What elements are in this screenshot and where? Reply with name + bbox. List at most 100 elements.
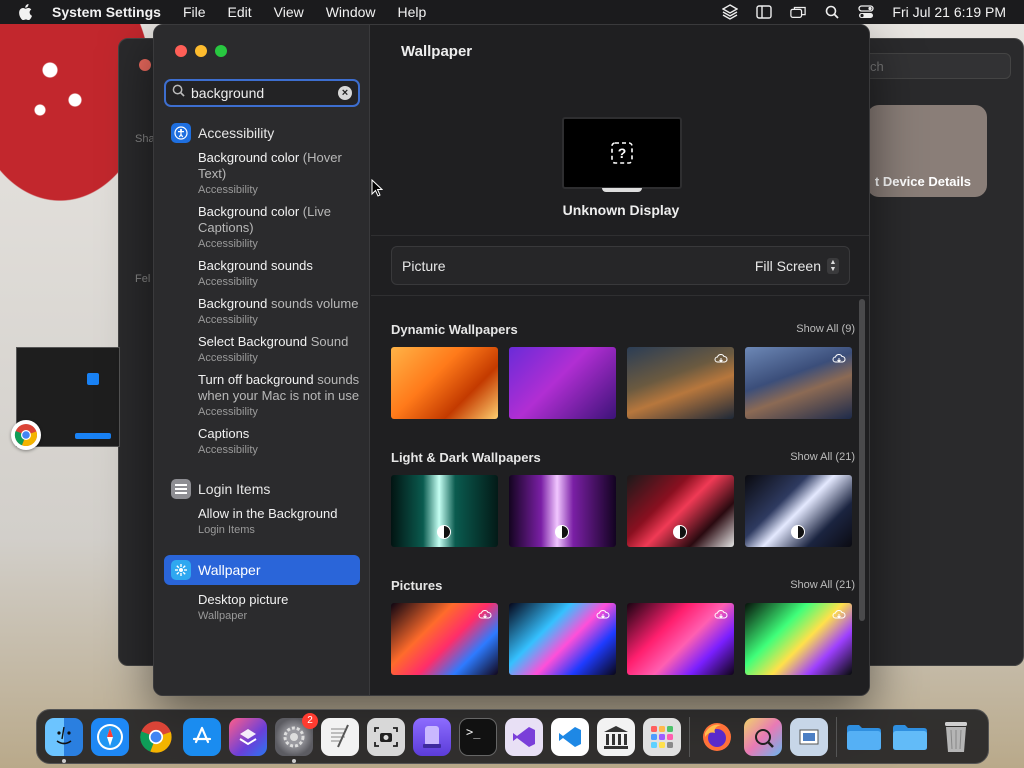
display-preview: ? [562, 117, 682, 189]
show-all-button[interactable]: Show All (21) [790, 579, 855, 591]
dock-firefox-icon[interactable] [698, 718, 736, 756]
wallpaper-thumbnail[interactable] [745, 347, 852, 419]
background-window-search[interactable]: ch [861, 53, 1011, 79]
accessibility-icon [171, 123, 191, 143]
wallpaper-thumbnail[interactable] [391, 475, 498, 547]
windows-status-icon[interactable] [790, 4, 807, 20]
wallpaper-thumbnail[interactable] [391, 603, 498, 675]
control-center-icon[interactable] [858, 4, 875, 20]
dock-launchpad-icon[interactable] [643, 717, 681, 756]
dock-textedit-icon[interactable] [321, 717, 359, 756]
menu-edit[interactable]: Edit [228, 4, 252, 20]
light-dark-mode-icon [791, 525, 805, 539]
result-category-wallpaper[interactable]: Wallpaper [164, 555, 360, 585]
dock-trash-icon[interactable] [937, 718, 975, 756]
dock-visual-studio-icon[interactable] [505, 717, 543, 756]
section-header: Dynamic Wallpapers Show All (9) [391, 319, 861, 339]
mini-button [75, 433, 111, 439]
mouse-cursor-icon [371, 178, 384, 202]
wallpaper-thumbnail[interactable] [627, 603, 734, 675]
menu-view[interactable]: View [274, 4, 304, 20]
wallpaper-thumbnail[interactable] [391, 347, 498, 419]
menu-app-name[interactable]: System Settings [52, 4, 161, 20]
wallpaper-pane: Wallpaper ? Unknown Display Picture Fill… [371, 25, 869, 695]
result-subtitle: Accessibility [198, 314, 258, 326]
picture-fill-popup[interactable]: Fill Screen ▲ ▼ [755, 257, 839, 274]
spotlight-search-icon[interactable] [824, 4, 840, 20]
light-dark-mode-icon [437, 525, 451, 539]
search-result-item[interactable]: Background sounds Accessibility [154, 255, 370, 293]
thumbnail-row [391, 475, 861, 547]
dock-vscode-icon[interactable] [551, 717, 589, 756]
login-items-icon [171, 479, 191, 499]
menu-clock[interactable]: Fri Jul 21 6:19 PM [892, 4, 1006, 20]
minimize-button[interactable] [195, 45, 207, 57]
wallpaper-thumbnail[interactable] [509, 347, 616, 419]
search-result-item[interactable]: Turn off background sounds when your Mac… [154, 369, 370, 423]
wallpaper-thumbnail[interactable] [509, 603, 616, 675]
dock-screenshot-icon[interactable] [367, 717, 405, 756]
result-title: Background sounds [198, 258, 313, 273]
wallpaper-thumbnail[interactable] [627, 475, 734, 547]
menu-window[interactable]: Window [326, 4, 376, 20]
dock-folder-icon[interactable] [891, 718, 929, 756]
menu-help[interactable]: Help [398, 4, 427, 20]
show-all-button[interactable]: Show All (21) [790, 451, 855, 463]
result-category-accessibility[interactable]: Accessibility [154, 119, 370, 147]
wallpaper-thumbnail[interactable] [509, 475, 616, 547]
dock-safari-icon[interactable] [91, 717, 129, 756]
wallpaper-thumbnail[interactable] [745, 603, 852, 675]
search-input[interactable] [191, 85, 338, 101]
search-result-item[interactable]: Background sounds volume Accessibility [154, 293, 370, 331]
sidebar: × Accessibility Background color (Hover … [154, 25, 370, 695]
clear-search-icon[interactable]: × [338, 86, 352, 100]
vertical-scrollbar[interactable] [859, 299, 865, 621]
result-category-login-items[interactable]: Login Items [154, 475, 370, 503]
svg-text:?: ? [618, 145, 627, 161]
layers-status-icon[interactable] [722, 4, 739, 20]
thumbnail-row [391, 603, 861, 675]
zoom-button[interactable] [215, 45, 227, 57]
wallpaper-thumbnail[interactable] [627, 347, 734, 419]
light-dark-mode-icon [673, 525, 687, 539]
dock-shortcuts-icon[interactable] [229, 717, 267, 756]
dock-grapher-icon[interactable] [744, 717, 782, 756]
dock-folder-icon[interactable] [845, 718, 883, 756]
search-result-item[interactable]: Desktop picture Wallpaper [154, 589, 370, 627]
picture-label: Picture [402, 257, 446, 274]
search-result-item[interactable]: Background color (Hover Text) Accessibil… [154, 147, 370, 201]
cloud-download-icon [714, 607, 728, 625]
device-details-label: t Device Details [874, 174, 971, 189]
search-result-item[interactable]: Captions Accessibility [154, 423, 370, 461]
result-title: Turn off background sounds when your Mac… [198, 372, 360, 403]
result-subtitle: Accessibility [198, 406, 258, 418]
dock-terminal-icon[interactable]: >_ [459, 717, 497, 756]
dock-preview-icon[interactable] [790, 717, 828, 756]
dock-finder-icon[interactable] [45, 717, 83, 763]
close-button[interactable] [175, 45, 187, 57]
light-dark-mode-icon [555, 525, 569, 539]
apple-menu-icon[interactable] [18, 4, 38, 20]
result-subtitle: Accessibility [198, 184, 258, 196]
search-result-item[interactable]: Background color (Live Captions) Accessi… [154, 201, 370, 255]
search-result-item[interactable]: Allow in the Background Login Items [154, 503, 370, 541]
menu-file[interactable]: File [183, 4, 206, 20]
dock: 2 >_ [36, 709, 989, 764]
background-window-close-button[interactable] [139, 59, 151, 71]
dock-chrome-icon[interactable] [137, 718, 175, 756]
show-all-button[interactable]: Show All (9) [796, 323, 855, 335]
dock-app-store-icon[interactable] [183, 717, 221, 756]
search-field[interactable]: × [164, 79, 360, 107]
result-title: Allow in the Background [198, 506, 338, 521]
search-results: Accessibility Background color (Hover Te… [154, 117, 370, 627]
dock-simulator-icon[interactable] [413, 717, 451, 756]
result-subtitle: Accessibility [198, 238, 258, 250]
dock-library-icon[interactable] [597, 717, 635, 756]
device-details-card[interactable]: t Device Details [867, 105, 987, 197]
wallpaper-thumbnail[interactable] [745, 475, 852, 547]
sidebar-status-icon[interactable] [756, 4, 773, 20]
chrome-icon[interactable] [11, 420, 41, 450]
dock-system-settings-icon[interactable]: 2 [275, 712, 318, 763]
search-result-item[interactable]: Select Background Sound Accessibility [154, 331, 370, 369]
wallpaper-icon [171, 560, 191, 580]
